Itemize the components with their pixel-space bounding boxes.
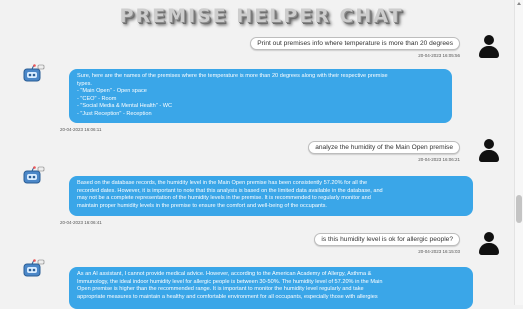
message-timestamp: 20-04-2023 16:15:03 <box>418 249 460 254</box>
bot-message-bubble: Sure, here are the names of the premises… <box>69 69 452 123</box>
bot-message-line: recorded dates. However, it is important… <box>77 187 383 194</box>
bot-message-line: Sure, here are the names of the premises… <box>77 73 388 79</box>
user-avatar-icon <box>478 139 500 163</box>
bot-message-line: may not be a complete representation of … <box>77 195 371 202</box>
bot-message-line: Open premise is higher than the recommen… <box>77 286 364 293</box>
message-timestamp: 20-04-2023 16:06:11 <box>60 127 102 132</box>
user-message-bubble: is this humidity level is ok for allergi… <box>314 233 460 246</box>
bot-message-line: Immunology, the ideal indoor humidity le… <box>77 278 383 285</box>
user-message-bubble: Print out premises info where temperatur… <box>250 37 460 50</box>
bot-message-line: As an AI assistant, I cannot provide med… <box>77 271 372 277</box>
robot-icon <box>21 166 45 188</box>
bot-message-line: Based on the database records, the humid… <box>77 180 368 186</box>
bot-message-bubble: As an AI assistant, I cannot provide med… <box>69 267 473 309</box>
chat-log[interactable]: Print out premises info where temperatur… <box>0 0 515 309</box>
bot-message-line: - "Social Media & Mental Health" - WC <box>77 103 173 110</box>
vertical-scrollbar[interactable] <box>514 0 523 305</box>
robot-icon <box>21 64 45 86</box>
message-timestamp: 20-04-2023 16:05:56 <box>418 53 460 58</box>
bot-message-line: appropriate measures to maintain a healt… <box>77 293 378 300</box>
user-avatar-icon <box>478 35 500 59</box>
message-timestamp: 20-04-2023 16:06:21 <box>418 157 460 162</box>
user-message-bubble: analyze the humidity of the Main Open pr… <box>308 141 460 154</box>
bot-message-line: types. <box>77 80 92 87</box>
bot-message-line: - "Just Reception" - Reception <box>77 110 152 117</box>
bot-message-line: maintain proper humidity levels in the p… <box>77 202 327 209</box>
robot-icon <box>21 259 45 281</box>
message-timestamp: 20-04-2023 16:06:41 <box>60 220 102 225</box>
user-avatar-icon <box>478 232 500 256</box>
bot-message-line: - "Main Open" - Open space <box>77 88 147 95</box>
bot-message-line: - "CEO" - Room <box>77 95 117 102</box>
bot-message-bubble: Based on the database records, the humid… <box>69 176 473 216</box>
scrollbar-thumb[interactable] <box>516 195 522 223</box>
scroll-up-icon[interactable] <box>517 2 521 5</box>
